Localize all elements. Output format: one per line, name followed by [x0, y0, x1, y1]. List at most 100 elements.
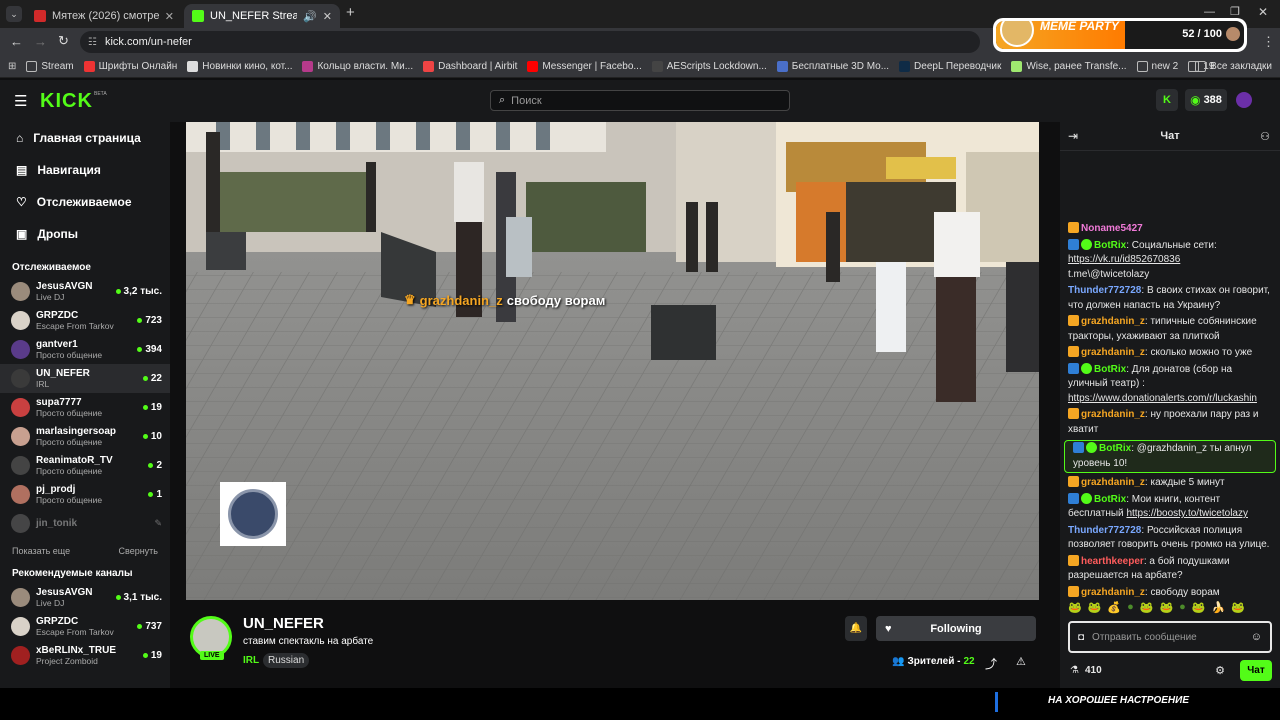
points-button[interactable]: ◉ 388 — [1185, 89, 1227, 111]
collapse-link[interactable]: Свернуть — [119, 546, 158, 556]
bookmark-item[interactable]: Messenger | Facebo... — [527, 61, 642, 72]
emote-icon[interactable]: 🐸 — [1159, 601, 1173, 621]
gear-icon[interactable]: ⚙ — [1215, 664, 1225, 677]
live-dot-icon — [137, 624, 143, 629]
sidebar-channel[interactable]: supa7777 Просто общение 19 — [0, 393, 170, 422]
viewer-count: 394 — [145, 344, 162, 355]
chat-username[interactable]: BotRix — [1094, 240, 1126, 251]
emote-icon[interactable]: 💰 — [1107, 601, 1121, 621]
close-window-button[interactable]: ✕ — [1258, 5, 1268, 19]
chat-username[interactable]: BotRix — [1094, 494, 1126, 505]
back-icon[interactable]: ← — [10, 34, 23, 49]
bookmark-item[interactable]: DeepL Переводчик — [899, 61, 1001, 72]
sidebar-channel[interactable]: pj_prodj Просто общение 1 — [0, 480, 170, 509]
channel-category: IRL — [36, 378, 50, 389]
search-input[interactable]: ⌕ Поиск — [490, 90, 790, 111]
bookmark-item[interactable]: AEScripts Lockdown... — [651, 61, 767, 72]
tab-close-icon[interactable]: ✕ — [165, 10, 174, 23]
browser-tab[interactable]: Мятеж (2026) смотреть онлайн ✕ — [26, 4, 182, 28]
chat-input[interactable]: ◘ Отправить сообщение ☺ — [1068, 621, 1272, 653]
reload-icon[interactable]: ↻ — [58, 33, 69, 49]
chat-username[interactable]: grazhdanin_z — [1081, 587, 1145, 598]
report-icon[interactable]: ⚠ — [1016, 655, 1026, 668]
chat-username[interactable]: grazhdanin_z — [1081, 316, 1145, 327]
emote-icon[interactable]: 🐸 — [1088, 601, 1102, 621]
chat-username[interactable]: grazhdanin_z — [1081, 347, 1145, 358]
sidebar-channel[interactable]: xBeRLINx_TRUE Project Zomboid 19 — [0, 641, 170, 670]
chat-username[interactable]: Noname5427 — [1081, 223, 1143, 234]
tab-close-icon[interactable]: ✕ — [323, 10, 332, 23]
emote-icon[interactable]: ● — [1127, 601, 1134, 621]
browser-tab-active[interactable]: UN_NEFER Stream - Watch 🔊 ✕ — [184, 4, 340, 28]
stream-category[interactable]: IRL — [243, 655, 259, 666]
sidebar-channel[interactable]: GRPZDC Escape From Tarkov 737 — [0, 612, 170, 641]
streamer-name[interactable]: UN_NEFER — [243, 615, 324, 632]
offline-channel[interactable]: jin_tonik ✎ — [0, 509, 170, 538]
bookmark-item[interactable]: Dashboard | Airbit — [423, 61, 517, 72]
minimize-button[interactable]: — — [1204, 6, 1215, 18]
tab-list-button[interactable]: ⌄ — [6, 6, 22, 22]
channel-viewers: 737 — [137, 621, 162, 632]
sidebar-channel[interactable]: marlasingersoap Просто общение 10 — [0, 422, 170, 451]
nav-home[interactable]: ⌂ Главная страница — [0, 122, 170, 154]
kick-logo[interactable]: KICK — [40, 90, 93, 113]
site-info-icon[interactable]: ☷ — [88, 37, 97, 48]
send-chat-button[interactable]: Чат — [1240, 659, 1272, 681]
bookmark-item[interactable]: Stream — [26, 61, 74, 72]
forward-icon[interactable]: → — [34, 34, 47, 49]
chat-settings-icon[interactable]: ◘ — [1078, 632, 1084, 643]
sidebar-channel[interactable]: JesusAVGN Live DJ 3,1 тыс. — [0, 583, 170, 612]
sidebar-channel[interactable]: GRPZDC Escape From Tarkov 723 — [0, 306, 170, 335]
show-more-link[interactable]: Показать еще — [12, 546, 70, 556]
video-player[interactable]: ♛ grazhdanin_z свободу ворам — [186, 122, 1039, 600]
chat-username[interactable]: BotRix — [1099, 443, 1131, 454]
kick-studio-button[interactable]: K — [1156, 89, 1178, 111]
emote-icon[interactable]: 🍌 — [1212, 601, 1226, 621]
channel-category: Просто общение — [36, 494, 103, 505]
emote-icon[interactable]: ● — [1179, 601, 1186, 621]
sidebar-channel[interactable]: UN_NEFER IRL 22 — [0, 364, 170, 393]
collapse-chat-icon[interactable]: ⇥ — [1068, 129, 1078, 143]
emote-icon[interactable]: 🐸 — [1231, 601, 1245, 621]
stream-tag[interactable]: Russian — [263, 653, 310, 668]
hamburger-menu-icon[interactable]: ☰ — [14, 92, 27, 110]
chat-link[interactable]: https://boosty.to/twicetolazy — [1126, 508, 1248, 519]
emoji-icon[interactable]: ☺ — [1251, 631, 1262, 643]
sidebar-channel[interactable]: gantver1 Просто общение 394 — [0, 335, 170, 364]
bookmark-item[interactable]: Новинки кино, кот... — [187, 61, 292, 72]
new-tab-button[interactable]: + — [346, 4, 355, 21]
emote-icon[interactable]: 🐸 — [1192, 601, 1206, 621]
chat-username[interactable]: grazhdanin_z — [1081, 477, 1145, 488]
sidebar-channel[interactable]: ReanimatoR_TV Просто общение 2 — [0, 451, 170, 480]
profile-avatar[interactable] — [1236, 92, 1252, 108]
chat-link[interactable]: https://vk.ru/id852670836 — [1068, 254, 1180, 265]
bookmark-item[interactable]: Кольцо власти. Ми... — [302, 61, 413, 72]
chat-username[interactable]: Thunder772728 — [1068, 285, 1141, 296]
speaker-icon[interactable]: 🔊 — [303, 10, 317, 23]
chat-username[interactable]: grazhdanin_z — [1081, 409, 1145, 420]
chat-username[interactable]: BotRix — [1094, 364, 1126, 375]
all-bookmarks[interactable]: Все закладки — [1195, 61, 1272, 72]
crown-icon — [1068, 408, 1079, 419]
nav-following[interactable]: ♡ Отслеживаемое — [0, 186, 170, 218]
url-field[interactable]: ☷ kick.com/un-nefer — [80, 31, 980, 53]
sidebar-channel[interactable]: JesusAVGN Live DJ 3,2 тыс. — [0, 277, 170, 306]
following-button[interactable]: ♥ Following — [876, 616, 1036, 641]
bookmark-item[interactable]: Бесплатные 3D Мо... — [776, 61, 889, 72]
nav-drops[interactable]: ▣ Дропы — [0, 218, 170, 250]
menu-dots-icon[interactable]: ⋮ — [1262, 34, 1275, 50]
notification-bell-button[interactable]: 🔔 — [845, 616, 867, 641]
bookmark-item[interactable]: Wise, ранее Transfe... — [1011, 61, 1127, 72]
share-icon[interactable]: ⤴ — [985, 655, 997, 672]
chat-username[interactable]: Thunder772728 — [1068, 525, 1141, 536]
emote-icon[interactable]: 🐸 — [1140, 601, 1154, 621]
apps-grid-icon[interactable]: ⊞ — [8, 61, 16, 72]
maximize-button[interactable]: ❐ — [1230, 5, 1240, 18]
bookmark-item[interactable]: Шрифты Онлайн — [83, 61, 177, 72]
chat-username[interactable]: hearthkeeper — [1081, 556, 1144, 567]
bookmark-item[interactable]: new 2 — [1136, 61, 1178, 72]
nav-browse[interactable]: ▤ Навигация — [0, 154, 170, 186]
emote-icon[interactable]: 🐸 — [1068, 601, 1082, 621]
chat-users-icon[interactable]: ⚇ — [1260, 130, 1270, 143]
chat-link[interactable]: https://www.donationalerts.com/r/luckash… — [1068, 393, 1257, 404]
